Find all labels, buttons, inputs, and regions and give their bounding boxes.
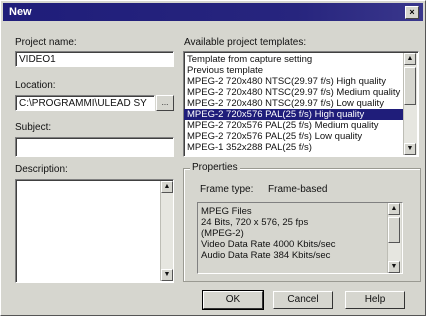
scroll-down-icon: ▼ — [406, 145, 414, 152]
template-item[interactable]: MPEG-2 720x480 NTSC(29.97 f/s) High qual… — [184, 76, 404, 87]
subject-input[interactable] — [15, 137, 174, 157]
templates-scroll-up-button[interactable]: ▲ — [404, 53, 416, 65]
cancel-button[interactable]: Cancel — [273, 291, 333, 309]
properties-scroll-thumb[interactable] — [388, 217, 400, 243]
scroll-up-icon: ▲ — [163, 183, 171, 190]
properties-scroll-down-button[interactable]: ▼ — [388, 261, 400, 273]
scroll-down-button[interactable]: ▼ — [161, 269, 173, 281]
scroll-up-button[interactable]: ▲ — [161, 181, 173, 193]
scroll-down-icon: ▼ — [390, 263, 398, 270]
project-name-label: Project name: — [15, 37, 77, 48]
templates-scrollbar[interactable]: ▲ ▼ — [403, 53, 417, 155]
scroll-up-icon: ▲ — [406, 55, 414, 62]
browse-label: ... — [161, 98, 169, 107]
subject-label: Subject: — [15, 122, 52, 133]
description-scrollbar[interactable]: ▲ ▼ — [160, 181, 173, 281]
templates-scroll-down-button[interactable]: ▼ — [404, 143, 416, 155]
new-project-dialog: New × Project name: VIDEO1 Location: C:\… — [0, 0, 426, 316]
templates-list[interactable]: Template from capture setting Previous te… — [183, 51, 419, 157]
template-item[interactable]: Template from capture setting — [184, 54, 404, 65]
browse-button[interactable]: ... — [156, 95, 174, 111]
help-button[interactable]: Help — [345, 291, 405, 309]
templates-label: Available project templates: — [184, 37, 307, 48]
template-item[interactable]: MPEG-1 352x288 PAL(25 f/s) — [184, 142, 404, 153]
frame-type-value: Frame-based — [268, 184, 328, 195]
property-line: Audio Data Rate 384 Kbits/sec — [201, 250, 331, 261]
template-item[interactable]: MPEG-2 720x576 PAL(25 f/s) Low quality — [184, 131, 404, 142]
templates-scroll-thumb[interactable] — [404, 67, 416, 105]
template-item[interactable]: MPEG-2 720x576 PAL(25 f/s) High quality — [184, 109, 404, 120]
frame-type-label: Frame type: — [200, 184, 254, 195]
location-input[interactable]: C:\PROGRAMMI\ULEAD SY — [15, 95, 155, 111]
property-line: (MPEG-2) — [201, 228, 244, 239]
template-item[interactable]: MPEG-2 720x480 NTSC(29.97 f/s) Medium qu… — [184, 87, 404, 98]
description-textarea[interactable] — [15, 179, 174, 283]
dialog-title: New — [9, 6, 32, 18]
description-label: Description: — [15, 164, 68, 175]
project-name-input[interactable]: VIDEO1 — [15, 51, 174, 67]
ok-button[interactable]: OK — [202, 290, 264, 310]
property-line: 24 Bits, 720 x 576, 25 fps — [201, 217, 309, 228]
template-item[interactable]: MPEG-2 720x480 NTSC(29.97 f/s) Low quali… — [184, 98, 404, 109]
properties-details: MPEG Files 24 Bits, 720 x 576, 25 fps (MPE… — [197, 202, 403, 274]
close-icon: × — [409, 7, 415, 17]
scroll-down-icon: ▼ — [163, 271, 171, 278]
properties-scroll-up-button[interactable]: ▲ — [388, 203, 400, 215]
property-line: MPEG Files — [201, 206, 252, 217]
template-item[interactable]: Previous template — [184, 65, 404, 76]
scroll-up-icon: ▲ — [390, 205, 398, 212]
template-item[interactable]: MPEG-2 720x576 PAL(25 f/s) Medium qualit… — [184, 120, 404, 131]
properties-scrollbar[interactable]: ▲ ▼ — [387, 203, 401, 273]
location-label: Location: — [15, 80, 56, 91]
close-button[interactable]: × — [405, 6, 419, 19]
property-line: Video Data Rate 4000 Kbits/sec — [201, 239, 336, 250]
title-bar[interactable]: New × — [3, 3, 423, 21]
properties-title: Properties — [190, 162, 240, 173]
